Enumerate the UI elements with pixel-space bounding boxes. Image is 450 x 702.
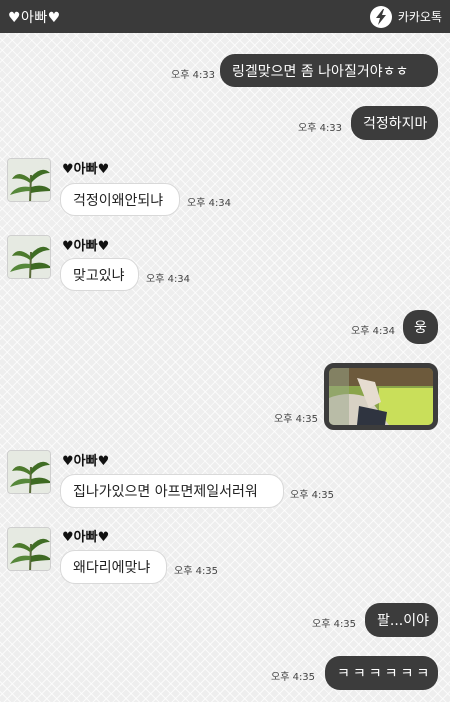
incoming-message-bubble: 걱정이왜안되냐 [60,183,180,216]
outgoing-message-bubble: 웅 [403,310,438,344]
message-text: 팔...이야 [377,613,429,629]
message-time: 오후 4:33 [171,70,216,81]
message-text: 링겔맞으면 좀 나아질거야ㅎㅎ [232,63,409,80]
message-time: 오후 4:35 [274,414,319,425]
message-time: 오후 4:34 [351,326,396,337]
contact-name: ♥아빠♥ [62,162,110,177]
brand-label: 카카오톡 [397,10,442,24]
contact-avatar[interactable] [7,235,51,279]
contact-name: ♥아빠♥ [62,454,110,469]
message-text: 왜다리에맞냐 [73,560,151,576]
message-text: 웅 [414,320,427,336]
outgoing-message-bubble: 팔...이야 [365,603,438,637]
photo-thumbnail [329,368,433,425]
message-text: 걱정이왜안되냐 [73,192,164,209]
outgoing-message-bubble: 링겔맞으면 좀 나아질거야ㅎㅎ [220,54,438,87]
incoming-message-bubble: 왜다리에맞냐 [60,550,167,584]
contact-avatar[interactable] [7,527,51,571]
kakaotalk-logo-icon [369,5,392,28]
message-text: 걱정하지마 [363,116,428,132]
message-time: 오후 4:34 [146,274,191,285]
chat-title: ♥아빠♥ [8,9,61,26]
outgoing-message-bubble: 걱정하지마 [351,106,438,140]
message-text: ㅋㅋㅋㅋㅋㅋ [337,666,433,682]
contact-avatar[interactable] [7,158,51,202]
message-time: 오후 4:33 [298,123,343,134]
message-time: 오후 4:35 [312,619,357,630]
message-text: 맞고있냐 [73,267,125,284]
chat-header: ♥아빠♥ 카카오톡 [0,0,450,33]
brand: 카카오톡 [369,5,442,28]
incoming-message-bubble: 집나가있으면 아프면제일서러워 [60,474,284,508]
incoming-message-bubble: 맞고있냐 [60,258,139,291]
outgoing-message-bubble: ㅋㅋㅋㅋㅋㅋ [325,656,438,690]
message-time: 오후 4:35 [271,672,316,683]
contact-name: ♥아빠♥ [62,239,110,254]
photo-message[interactable] [324,363,438,430]
contact-avatar[interactable] [7,450,51,494]
message-time: 오후 4:35 [290,490,335,501]
message-time: 오후 4:34 [187,198,232,209]
message-text: 집나가있으면 아프면제일서러워 [73,484,258,500]
contact-name: ♥아빠♥ [62,530,110,545]
message-time: 오후 4:35 [174,566,219,577]
